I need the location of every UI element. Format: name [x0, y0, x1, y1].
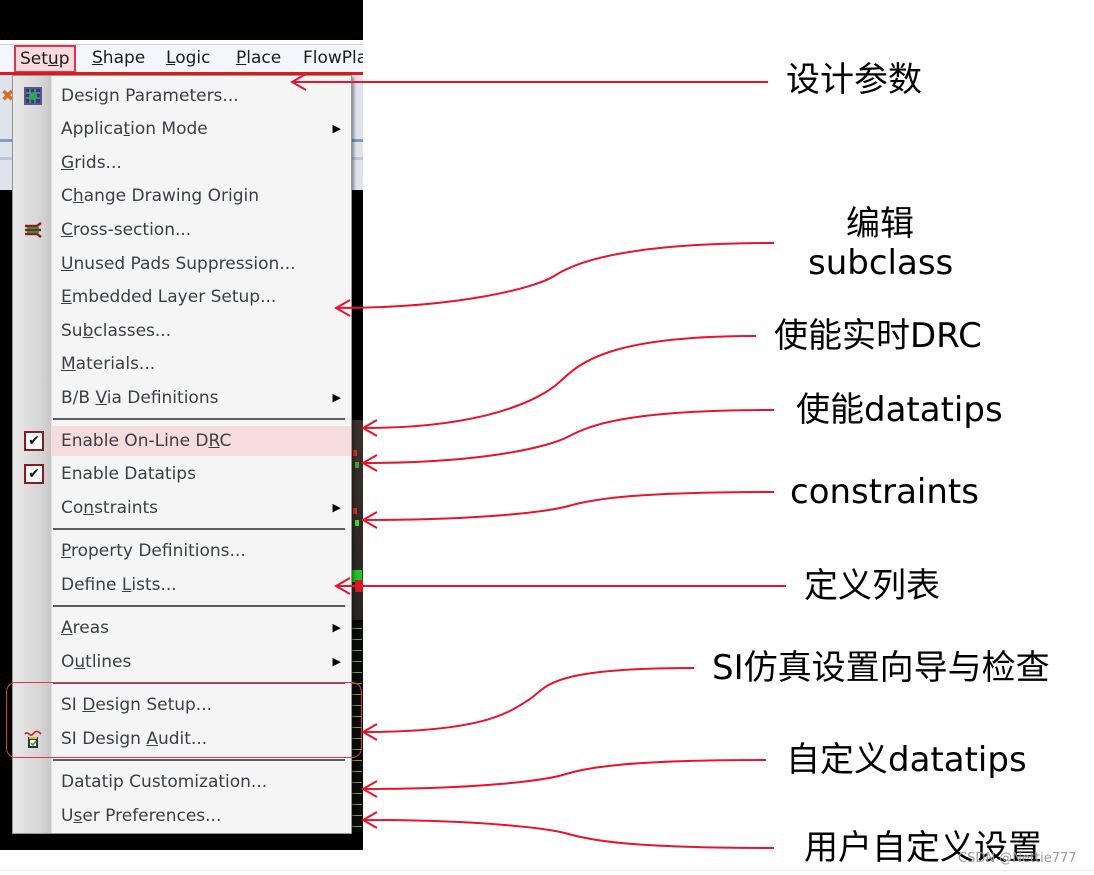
annotation-arrow-line	[362, 759, 767, 790]
menu-setup[interactable]: Setup	[14, 45, 76, 73]
submenu-arrow-icon: ▶	[332, 621, 341, 634]
menu-item-enable-datatips[interactable]: Enable Datatips	[51, 459, 351, 489]
annotation-subclass: subclass	[808, 243, 954, 283]
menu-item-define-lists[interactable]: Define Lists...	[51, 570, 351, 600]
watermark: CSDN @Nettie777	[958, 851, 1077, 866]
menu-item-label: Change Drawing Origin	[61, 186, 259, 206]
menu-item-label: Datatip Customization...	[61, 772, 268, 792]
menu-item-label: Grids...	[61, 153, 122, 173]
annotation-si-setup-audit: SI仿真设置向导与检查	[712, 648, 1050, 688]
menu-item-label: Areas	[61, 618, 109, 638]
menu-item-user-preferences[interactable]: User Preferences...	[51, 801, 351, 831]
annotation-arrowhead-icon	[360, 454, 378, 472]
annotation-datatip-customization: 自定义datatips	[786, 740, 1027, 780]
menu-item-label: Enable Datatips	[61, 464, 196, 484]
submenu-arrow-icon: ▶	[332, 501, 341, 514]
menu-item-property-definitions[interactable]: Property Definitions...	[51, 536, 351, 566]
annotation-arrowhead-icon	[360, 780, 378, 798]
annotation-define-lists: 定义列表	[804, 566, 940, 606]
menu-logic[interactable]: Logic	[162, 45, 214, 71]
annotation-online-drc: 使能实时DRC	[774, 316, 982, 356]
annotation-arrowhead-icon	[360, 811, 378, 829]
menu-shape[interactable]: Shape	[88, 45, 149, 71]
menu-separator	[53, 528, 345, 530]
submenu-arrow-icon: ▶	[332, 122, 341, 135]
annotation-arrow-line	[362, 491, 775, 521]
menu-item-subclasses[interactable]: Subclasses...	[51, 316, 351, 346]
menu-item-materials[interactable]: Materials...	[51, 349, 351, 379]
menu-item-unused-pads-suppression[interactable]: Unused Pads Suppression...	[51, 249, 351, 279]
checkbox-checked-icon[interactable]: ✔	[24, 464, 44, 484]
menu-item-label: Cross-section...	[61, 220, 192, 240]
menu-item-enable-on-line-drc[interactable]: Enable On-Line DRC	[51, 426, 351, 456]
menu-item-design-parameters[interactable]: Design Parameters...	[51, 81, 351, 111]
annotation-arrowhead-icon	[360, 723, 378, 741]
menu-item-label: Unused Pads Suppression...	[61, 254, 296, 274]
menu-item-label: User Preferences...	[61, 806, 222, 826]
menu-item-outlines[interactable]: Outlines ▶	[51, 647, 351, 677]
menu-separator	[53, 605, 345, 607]
cross-section-icon	[23, 220, 43, 240]
annotation-arrow-line	[362, 409, 775, 464]
annotation-design-parameters: 设计参数	[786, 60, 922, 100]
submenu-arrow-icon: ▶	[332, 391, 341, 404]
annotation-arrow-line	[335, 242, 775, 309]
design-parameters-icon	[23, 86, 43, 106]
menu-bar: Setup Shape Logic Place FlowPla	[0, 44, 363, 73]
menu-item-label: Property Definitions...	[61, 541, 246, 561]
cadence-allegro-screenshot: ): ppt_routed_final_artwork.brd Project:…	[0, 0, 363, 850]
menu-separator	[53, 418, 345, 420]
menu-item-label: Materials...	[61, 354, 156, 374]
annotation-enable-datatips: 使能datatips	[796, 390, 1003, 430]
menu-setup-label: Setup	[20, 49, 70, 69]
menu-item-label: Embedded Layer Setup...	[61, 287, 277, 307]
menu-item-cross-section[interactable]: Cross-section...	[51, 215, 351, 245]
menu-separator	[53, 759, 345, 761]
checkbox-checked-icon[interactable]: ✔	[24, 431, 44, 451]
annotation-edit: 编辑	[846, 204, 914, 244]
menu-item-label: Define Lists...	[61, 575, 177, 595]
menu-item-change-drawing-origin[interactable]: Change Drawing Origin	[51, 181, 351, 211]
menu-item-label: Enable On-Line DRC	[61, 431, 232, 451]
submenu-arrow-icon: ▶	[332, 655, 341, 668]
menu-item-datatip-customization[interactable]: Datatip Customization...	[51, 767, 351, 797]
annotation-arrowhead-icon	[360, 511, 378, 529]
menu-item-application-mode[interactable]: Application Mode ▶	[51, 114, 351, 144]
annotation-arrow-line	[362, 335, 757, 429]
menu-item-label: Application Mode	[61, 119, 208, 139]
annotation-arrow-line	[362, 667, 695, 733]
annotation-constraints: constraints	[790, 472, 979, 512]
menu-item-areas[interactable]: Areas ▶	[51, 613, 351, 643]
menu-flowplan[interactable]: FlowPla	[299, 45, 363, 71]
menu-item-label: Subclasses...	[61, 321, 172, 341]
menu-item-constraints[interactable]: Constraints ▶	[51, 493, 351, 523]
annotation-arrowhead-icon	[360, 419, 378, 437]
menu-item-label: Constraints	[61, 498, 159, 518]
divider	[0, 870, 1094, 871]
annotation-arrow-line	[362, 819, 775, 849]
menu-place[interactable]: Place	[232, 45, 285, 71]
menu-item-label: Design Parameters...	[61, 86, 239, 106]
menu-item-label: B/B Via Definitions	[61, 388, 219, 408]
menu-item-grids[interactable]: Grids...	[51, 148, 351, 178]
si-group-highlight-box	[6, 682, 362, 758]
menu-item-b-b-via-definitions[interactable]: B/B Via Definitions ▶	[51, 383, 351, 413]
menu-item-label: Outlines	[61, 652, 132, 672]
menu-item-embedded-layer-setup[interactable]: Embedded Layer Setup...	[51, 282, 351, 312]
